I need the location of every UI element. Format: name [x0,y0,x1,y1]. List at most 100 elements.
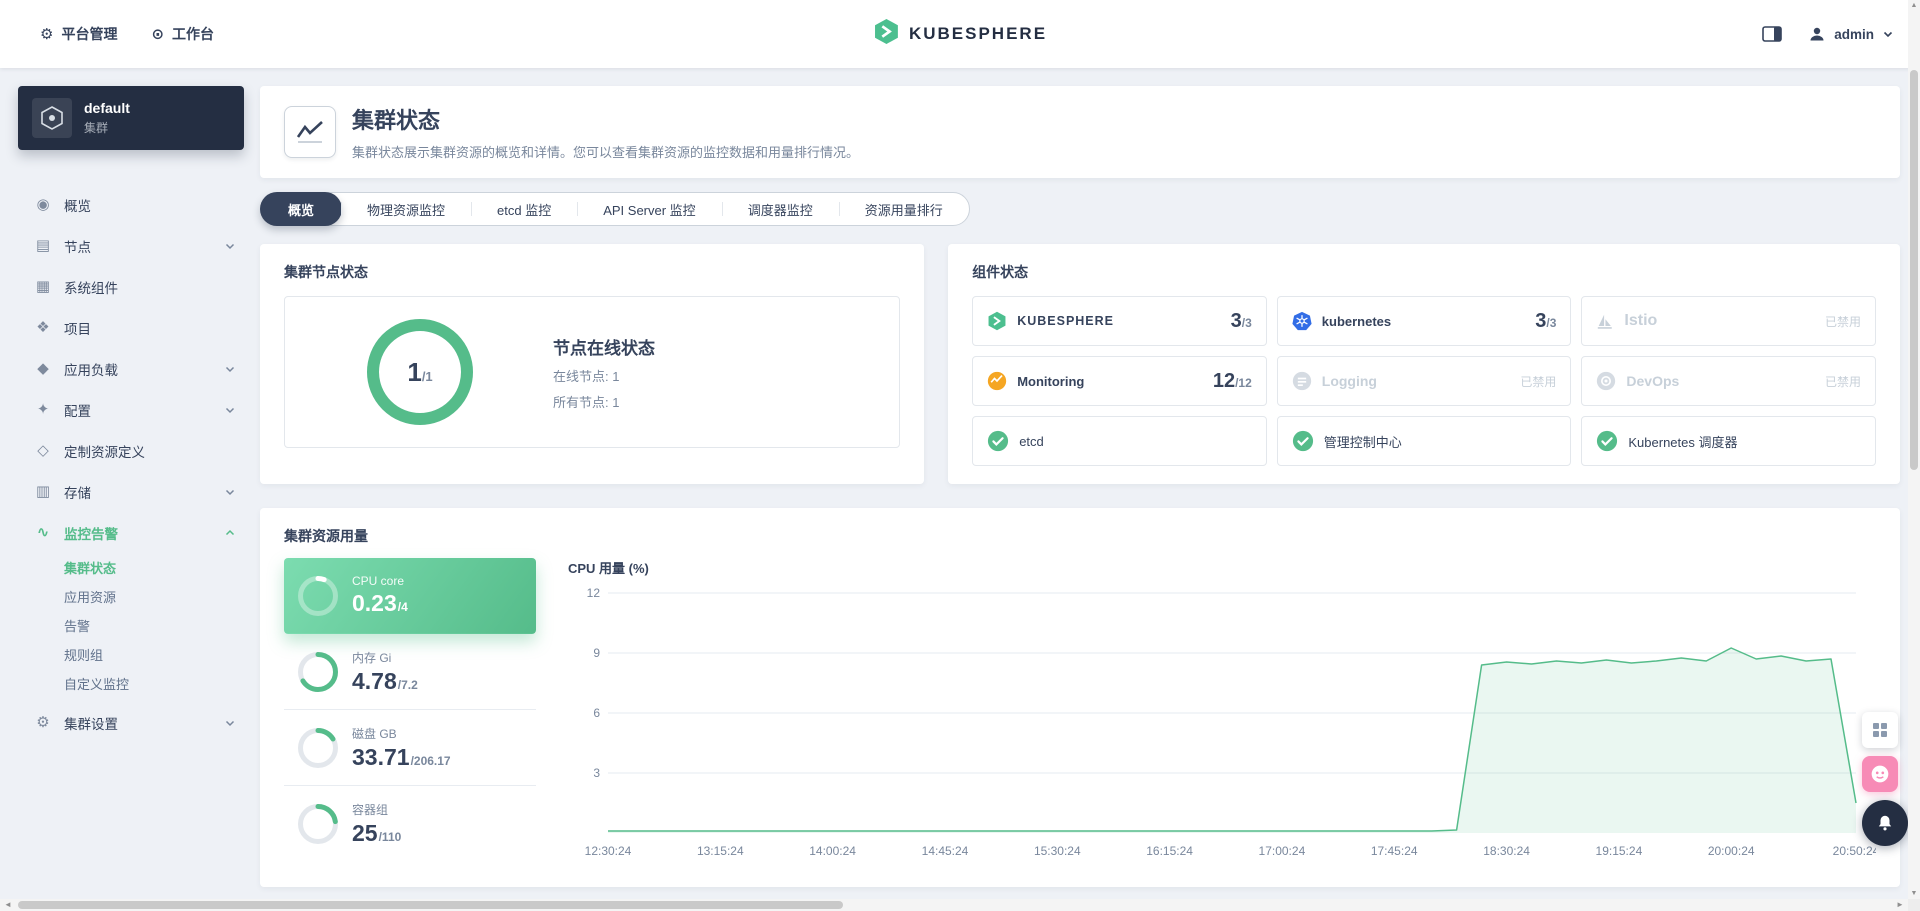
workbench-link[interactable]: ⊙ 工作台 [137,16,228,52]
platform-manage-menu[interactable]: ⚙ 平台管理 [26,16,131,52]
metric-disk[interactable]: 磁盘 GB33.71/206.17 [284,710,536,786]
metric-memory[interactable]: 内存 Gi4.78/7.2 [284,634,536,710]
svg-text:20:50:24: 20:50:24 [1833,844,1876,858]
component-logging: Logging已禁用 [1277,356,1572,406]
cluster-status-icon [284,106,336,158]
node-status-donut: 1 /1 [367,319,473,425]
sidebar-subitem-rule-groups[interactable]: 规则组 [18,640,246,669]
metric-label: 内存 Gi [352,649,418,666]
sidebar-item-projects[interactable]: ❖项目 [18,307,246,348]
sidebar-item-label: 集群设置 [64,713,212,733]
workbench-label: 工作台 [172,24,214,44]
sidebar-subitem-alerts[interactable]: 告警 [18,611,246,640]
sidebar-subitem-custom-monitoring[interactable]: 自定义监控 [18,669,246,698]
kubesphere-logo[interactable]: KUBESPHERE [873,18,1047,50]
gear-icon: ⚙ [40,27,53,42]
tab-2[interactable]: etcd 监控 [471,193,577,225]
user-menu[interactable]: admin [1808,25,1894,43]
sidebar-item-label: 节点 [64,236,212,256]
horizontal-scrollbar[interactable]: ◄ ► [0,899,1908,911]
tab-5[interactable]: 资源用量排行 [839,193,969,225]
cluster-selector[interactable]: default 集群 [18,86,244,150]
metric-label: 容器组 [352,801,401,818]
sidebar-item-label: 配置 [64,400,212,420]
chevron-up-icon [224,527,236,539]
assistant-fab[interactable] [1862,756,1898,792]
chevron-down-icon [224,404,236,416]
main-content: 集群状态 集群状态展示集群资源的概览和详情。您可以查看集群资源的监控数据和用量排… [260,68,1920,887]
node-status-card: 集群节点状态 1 /1 节点在线状态 在线节点: 1 所有节点: 1 [260,244,924,484]
sidebar-item-nodes[interactable]: ▤ 节点 [18,225,246,266]
sidebar-item-storage[interactable]: ▥存储 [18,471,246,512]
tab-1[interactable]: 物理资源监控 [341,193,471,225]
scroll-left-arrow-icon[interactable]: ◄ [0,899,16,911]
metric-pods[interactable]: 容器组 25/110 [284,786,536,862]
vertical-scrollbar[interactable]: ▲ ▼ [1908,0,1920,899]
horizontal-scroll-thumb[interactable] [18,901,843,909]
horizontal-scroll-track[interactable] [16,899,1892,911]
kubesphere-icon [987,311,1007,331]
metric-donut [298,728,338,768]
sidebar-item-monitoring-alerting[interactable]: ∿监控告警 [18,512,246,553]
metric-value: 0.23/4 [352,590,408,617]
kubesphere-logo-icon [873,18,900,50]
component-name: DevOps [1626,373,1815,389]
vertical-scroll-thumb[interactable] [1910,70,1918,470]
scroll-down-arrow-icon[interactable]: ▼ [1908,890,1920,897]
component-istio: Istio已禁用 [1581,296,1876,346]
svg-text:14:00:24: 14:00:24 [809,844,856,858]
settings-icon: ⚙ [34,715,52,730]
status-row: 集群节点状态 1 /1 节点在线状态 在线节点: 1 所有节点: 1 [260,244,1900,484]
metric-value: 25/110 [352,820,401,847]
sidebar-subitem-app-resources[interactable]: 应用资源 [18,582,246,611]
check-icon [1596,430,1618,452]
sidebar-item-workloads[interactable]: ◆应用负载 [18,348,246,389]
topbar: ⚙ 平台管理 ⊙ 工作台 KUBESPHERE admin [0,0,1920,68]
component-status-badge: 已禁用 [1520,373,1556,390]
scroll-up-arrow-icon[interactable]: ▲ [1908,2,1920,9]
component-etcd: etcd [972,416,1267,466]
tab-4[interactable]: 调度器监控 [722,193,839,225]
sidebar-item-overview[interactable]: ◉概览 [18,184,246,225]
component-name: Kubernetes 调度器 [1628,432,1861,451]
sidebar-item-config[interactable]: ✦配置 [18,389,246,430]
metric-cpu[interactable]: CPU core0.23/4 [284,558,536,634]
sidebar-item-system-components[interactable]: ▦系统组件 [18,266,246,307]
crd-icon: ◇ [34,443,52,458]
svg-text:20:00:24: 20:00:24 [1708,844,1755,858]
svg-text:12:30:24: 12:30:24 [585,844,632,858]
component-kubesphere[interactable]: KUBESPHERE3/3 [972,296,1267,346]
component-name: etcd [1019,434,1252,449]
tab-0[interactable]: 概览 [260,192,342,226]
cpu-usage-area-chart: 3691212:30:2413:15:2414:00:2414:45:2415:… [564,581,1876,863]
sidebar-item-crd[interactable]: ◇ 定制资源定义 [18,430,246,471]
check-icon [1292,430,1314,452]
svg-text:16:15:24: 16:15:24 [1146,844,1193,858]
component-status-badge: 已禁用 [1825,313,1861,330]
sidebar-item-label: 系统组件 [64,277,236,297]
component-kubernetes[interactable]: kubernetes3/3 [1277,296,1572,346]
sidebar: default 集群 ◉概览 ▤ 节点 ▦系统组件❖项目◆应用负载✦配置 ◇ 定制资源定义… [0,68,260,887]
topbar-right: admin [1762,25,1894,43]
sidebar-item-cluster-settings[interactable]: ⚙ 集群设置 [18,702,246,743]
scroll-right-arrow-icon[interactable]: ► [1892,899,1908,911]
metric-ring [298,804,338,844]
tab-3[interactable]: API Server 监控 [577,193,721,225]
sidebar-submenu: 集群状态应用资源告警规则组自定义监控 [18,553,246,702]
svg-text:3: 3 [593,766,600,780]
nodes-icon: ▤ [34,238,52,253]
component-monitoring[interactable]: Monitoring12/12 [972,356,1267,406]
component-control-center: 管理控制中心 [1277,416,1572,466]
kubesphere-logo-text: KUBESPHERE [909,24,1047,44]
svg-text:19:15:24: 19:15:24 [1596,844,1643,858]
layout-panel-icon[interactable] [1762,26,1782,42]
svg-text:14:45:24: 14:45:24 [922,844,969,858]
svg-text:17:00:24: 17:00:24 [1259,844,1306,858]
sidebar-item-label: 项目 [64,318,236,338]
monitoring-icon: ∿ [34,525,52,540]
istio-icon [1596,312,1614,330]
sidebar-subitem-cluster-status[interactable]: 集群状态 [18,553,246,582]
notification-fab[interactable] [1862,800,1908,846]
sidebar-item-label: 定制资源定义 [64,441,236,461]
quick-launcher-fab[interactable] [1862,712,1898,748]
